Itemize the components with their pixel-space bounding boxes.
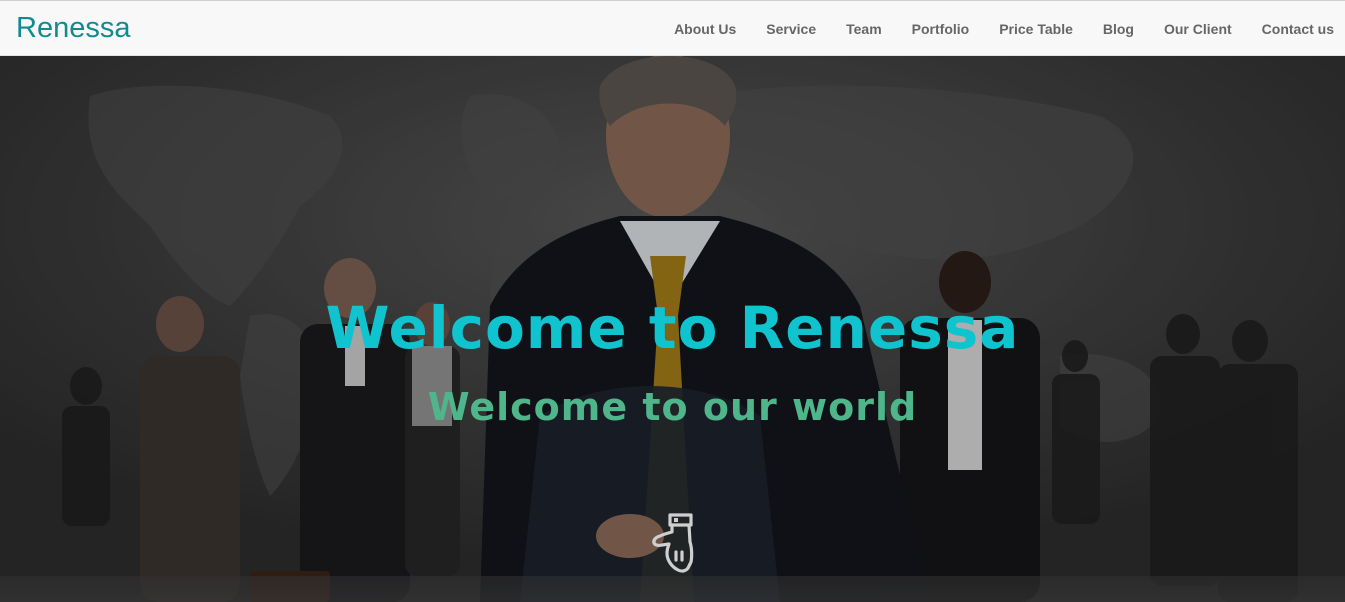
nav-menu: About Us Service Team Portfolio Price Ta… [659,1,1345,57]
hero-subtitle: Welcome to our world [427,385,918,429]
hand-pointing-down-icon[interactable] [646,512,702,574]
brand-logo[interactable]: Renessa [16,10,130,46]
nav-item-service[interactable]: Service [751,19,831,39]
nav-item-price-table[interactable]: Price Table [984,19,1088,39]
nav-item-contact-us[interactable]: Contact us [1247,19,1345,39]
nav-item-portfolio[interactable]: Portfolio [897,19,985,39]
nav-item-team[interactable]: Team [831,19,897,39]
nav-item-about-us[interactable]: About Us [659,19,751,39]
nav-item-our-client[interactable]: Our Client [1149,19,1247,39]
nav-item-blog[interactable]: Blog [1088,19,1149,39]
hero-title: Welcome to Renessa [325,294,1020,362]
top-navbar: Renessa About Us Service Team Portfolio … [0,0,1345,56]
hero-banner: Welcome to Renessa Welcome to our world [0,56,1345,602]
